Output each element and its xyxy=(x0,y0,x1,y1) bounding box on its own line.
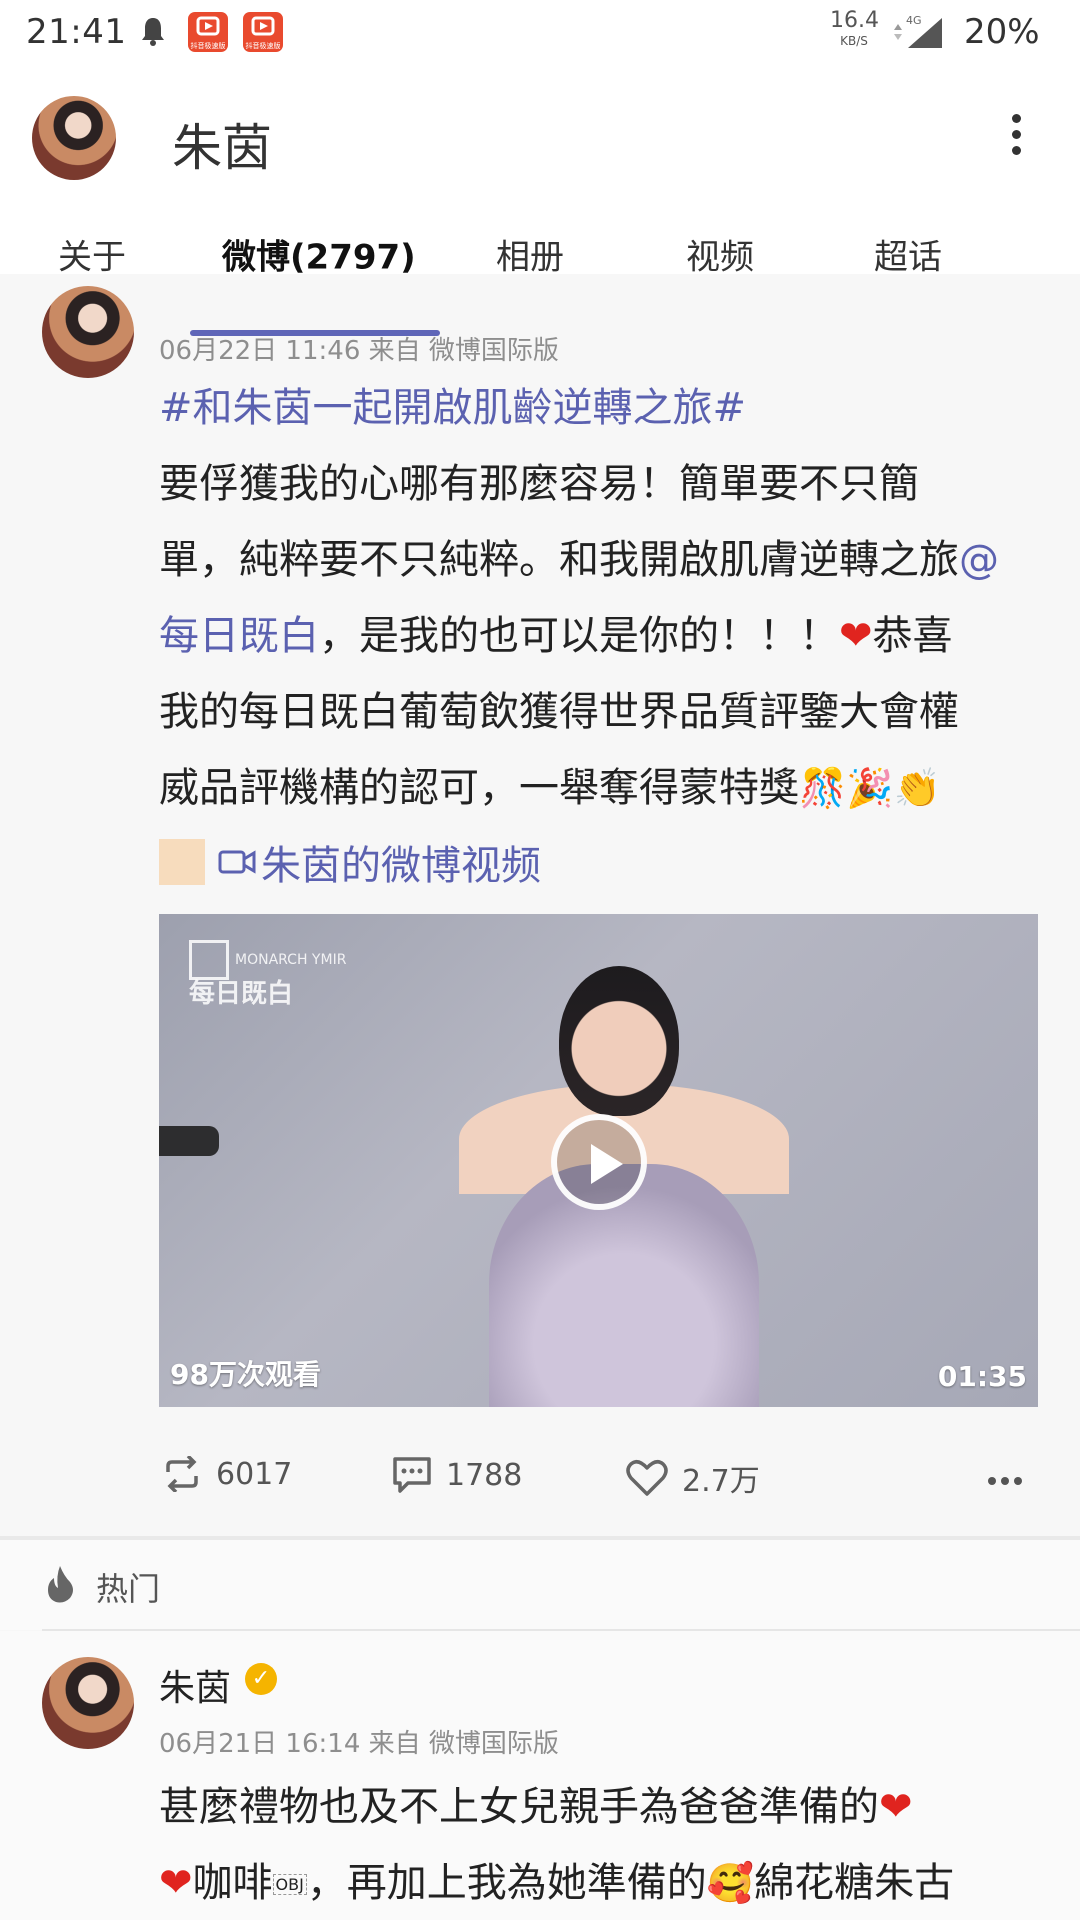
weibo-post: 06月22日 11:46 来自 微博国际版 #和朱茵一起開啟肌齡逆轉之旅# 要俘… xyxy=(0,286,1080,1536)
tab-album[interactable]: 相册 xyxy=(496,230,564,279)
post-line: 恭喜 xyxy=(872,613,953,659)
video-player[interactable]: MONARCH YMIR 每日既白 98万次观看 01:35 xyxy=(159,914,1038,1407)
emoji-placeholder-icon xyxy=(159,839,205,885)
avatar[interactable] xyxy=(42,1657,134,1749)
video-duration: 01:35 xyxy=(937,1360,1027,1393)
tab-video[interactable]: 视频 xyxy=(686,230,754,279)
like-button[interactable]: 2.7万 xyxy=(626,1456,760,1500)
tab-weibo[interactable]: 微博(2797) xyxy=(222,230,416,279)
post-line: 我的每日既白葡萄飲獲得世界品質評鑒大會權 xyxy=(159,689,959,735)
person-image xyxy=(559,966,679,1116)
party-emoji-icon: 🎊🎉 xyxy=(799,766,894,810)
microphone-image xyxy=(159,1126,219,1156)
douyin-lite-icon: 抖音极速版 xyxy=(243,12,283,52)
status-time: 21:41 xyxy=(26,12,127,52)
view-count: 98万次观看 xyxy=(170,1358,321,1391)
post-meta: 06月22日 11:46 来自 微博国际版 xyxy=(159,336,559,366)
post-line: 單，純粹要不只純粹。和我開啟肌膚逆轉之旅 xyxy=(159,537,959,583)
post-line: 綿花糖朱古 xyxy=(754,1860,955,1906)
post-body: #和朱茵一起開啟肌齡逆轉之旅# 要俘獲我的心哪有那麼容易！簡單要不只簡 單，純粹… xyxy=(159,370,1039,826)
repost-button[interactable]: 6017 xyxy=(162,1456,292,1492)
verified-badge-icon: ✓ xyxy=(245,1663,277,1695)
post-body: 甚麼禮物也及不上女兒親手為爸爸準備的❤ ❤咖啡 OBJ，再加上我為她準備的🥰綿花糖… xyxy=(159,1769,1039,1920)
hug-emoji-icon: 🥰 xyxy=(706,1861,755,1905)
author-name[interactable]: 朱茵 xyxy=(159,1659,231,1711)
heart-emoji-icon: ❤ xyxy=(879,1784,913,1830)
tab-about[interactable]: 关于 xyxy=(58,230,126,279)
network-speed: 16.4 KB/S xyxy=(830,8,879,48)
post-actions: 6017 1788 2.7万 xyxy=(0,1436,1080,1516)
heart-emoji-icon: ❤ xyxy=(159,1860,193,1906)
comment-button[interactable]: 1788 xyxy=(392,1456,522,1494)
video-link-label: 朱茵的微博视频 xyxy=(261,843,541,889)
clap-emoji-icon: 👏 xyxy=(893,766,941,810)
avatar[interactable] xyxy=(42,286,134,378)
more-options-icon[interactable] xyxy=(1004,114,1028,164)
svg-text:4G: 4G xyxy=(906,14,922,27)
video-camera-icon xyxy=(218,850,256,874)
repost-icon xyxy=(166,1456,198,1492)
post-line: ，是我的也可以是你的！！！ xyxy=(319,613,839,659)
bell-icon xyxy=(142,18,164,46)
hot-section-header: 热门 xyxy=(0,1540,1080,1630)
douyin-lite-icon: 抖音极速版 xyxy=(188,12,228,52)
post-line: 咖啡 xyxy=(192,1860,273,1906)
more-icon[interactable] xyxy=(988,1470,1027,1489)
hot-label: 热门 xyxy=(96,1570,161,1608)
flame-icon xyxy=(48,1566,73,1603)
post-line: 要俘獲我的心哪有那麼容易！簡單要不只簡 xyxy=(159,461,919,507)
mention-link[interactable]: 每日既白 xyxy=(159,613,319,659)
post-meta: 06月21日 16:14 来自 微博国际版 xyxy=(159,1729,559,1759)
profile-tabs: 关于 微博(2797) 相册 视频 超话 xyxy=(0,168,1080,278)
post-line: ，再加上我為她準備的 xyxy=(306,1860,707,1906)
heart-emoji-icon: ❤ xyxy=(839,613,873,659)
post-line: 威品評機構的認可，一舉奪得蒙特獎 xyxy=(159,765,799,811)
heart-icon xyxy=(626,1460,668,1496)
comment-icon xyxy=(393,1457,431,1493)
topic-link[interactable]: #和朱茵一起開啟肌齡逆轉之旅# xyxy=(159,385,746,431)
obj-placeholder-icon: OBJ xyxy=(272,1874,307,1895)
battery-percent: 20% xyxy=(964,12,1040,52)
play-icon[interactable] xyxy=(551,1114,647,1210)
mention-link[interactable]: @ xyxy=(959,537,999,583)
status-bar: 21:41 抖音极速版 抖音极速版 16.4 KB/S 4G 20% xyxy=(0,0,1080,64)
watermark-logo: MONARCH YMIR 每日既白 xyxy=(189,940,346,1009)
video-link[interactable]: 朱茵的微博视频 xyxy=(159,834,541,890)
tab-supertopic[interactable]: 超话 xyxy=(874,230,942,279)
post-line: 甚麼禮物也及不上女兒親手為爸爸準備的 xyxy=(159,1784,879,1830)
weibo-post: 朱茵 ✓ 06月21日 16:14 来自 微博国际版 甚麼禮物也及不上女兒親手為… xyxy=(0,1631,1080,1920)
signal-icon: 4G xyxy=(894,14,942,48)
